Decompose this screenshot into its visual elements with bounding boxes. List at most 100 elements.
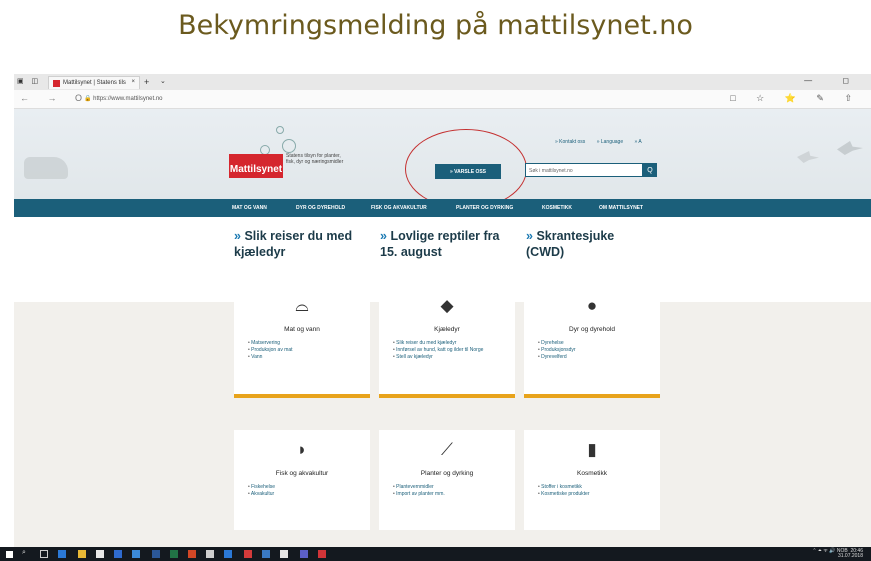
card-link[interactable]: Dyrevelferd bbox=[538, 354, 660, 361]
card-link[interactable]: Slik reiser du med kjæledyr bbox=[393, 340, 515, 347]
app-icon[interactable] bbox=[262, 550, 270, 558]
headline-link[interactable]: » Lovlige reptiler fra 15. august bbox=[380, 228, 506, 260]
category-card-kjaeledyr[interactable]: ◆ Kjæledyr Slik reiser du med kjæledyr I… bbox=[379, 286, 515, 398]
url-field[interactable]: 🔒 https://www.mattilsynet.no bbox=[84, 94, 764, 105]
contact-link[interactable]: » Kontakt oss bbox=[555, 139, 585, 145]
window-controls[interactable]: — ◻ bbox=[804, 76, 863, 85]
card-link[interactable]: Fiskehelse bbox=[248, 484, 370, 491]
windows-taskbar: ⌕ ⌃ ⏶ ᯤ 🔊 NOB 20:46 31.07.2018 bbox=[0, 547, 871, 561]
card-link[interactable]: Matservering bbox=[248, 340, 370, 347]
card-link[interactable]: Innførsel av hund, katt og ilder til Nor… bbox=[393, 347, 515, 354]
nav-item-mat-og-vann[interactable]: MAT OG VANN bbox=[232, 205, 267, 211]
headline-text: Skrantesjuke (CWD) bbox=[526, 229, 615, 259]
app-icon[interactable] bbox=[318, 550, 326, 558]
search-icon[interactable]: ⌕ bbox=[22, 549, 26, 557]
system-tray[interactable]: ⌃ ⏶ ᯤ 🔊 NOB 20:46 31.07.2018 bbox=[812, 549, 863, 559]
spray-bottle-icon: ▮ bbox=[587, 440, 597, 459]
main-nav: MAT OG VANN DYR OG DYREHOLD FISK OG AKVA… bbox=[14, 199, 871, 217]
category-card-fisk-og-akvakultur[interactable]: ◗ Fisk og akvakultur Fiskehelse Akvakult… bbox=[234, 430, 370, 530]
bubble-decoration bbox=[276, 126, 284, 134]
edge-icon[interactable] bbox=[58, 550, 66, 558]
pig-icon: ● bbox=[586, 296, 598, 315]
app-icon[interactable] bbox=[206, 550, 214, 558]
nav-item-dyr-og-dyrehold[interactable]: DYR OG DYREHOLD bbox=[296, 205, 345, 211]
bird-illustration bbox=[837, 141, 863, 155]
headline-text: Lovlige reptiler fra 15. august bbox=[380, 229, 500, 259]
url-text: https://www.mattilsynet.no bbox=[93, 96, 163, 102]
card-title: Planter og dyrking bbox=[420, 470, 474, 477]
top-links: » Kontakt oss » Language » A bbox=[555, 139, 652, 145]
font-size-link[interactable]: » A bbox=[635, 139, 642, 145]
category-card-kosmetikk[interactable]: ▮ Kosmetikk Stoffer i kosmetikk Kosmetis… bbox=[524, 430, 660, 530]
app-icon[interactable] bbox=[224, 550, 232, 558]
nav-item-planter-og-dyrking[interactable]: PLANTER OG DYRKING bbox=[456, 205, 513, 211]
nav-item-fisk-og-akvakultur[interactable]: FISK OG AKVAKULTUR bbox=[371, 205, 427, 211]
card-link[interactable]: Produksjonsdyr bbox=[538, 347, 660, 354]
app-icon[interactable] bbox=[132, 550, 140, 558]
card-link[interactable]: Produksjon av mat bbox=[248, 347, 370, 354]
card-link[interactable]: Import av planter mm. bbox=[393, 491, 515, 498]
tab-title: Mattilsynet | Statens tils bbox=[63, 80, 126, 86]
card-link[interactable]: Akvakultur bbox=[248, 491, 370, 498]
card-link[interactable]: Dyrehelse bbox=[538, 340, 660, 347]
plant-icon: ⟋ bbox=[441, 440, 453, 459]
close-tab-icon[interactable]: × bbox=[131, 79, 135, 85]
outlook-icon[interactable] bbox=[114, 550, 122, 558]
category-card-planter-og-dyrking[interactable]: ⟋ Planter og dyrking Plantevernmidler Im… bbox=[379, 430, 515, 530]
search-icon[interactable]: Q bbox=[643, 163, 657, 177]
headline-link[interactable]: » Slik reiser du med kjæledyr bbox=[234, 228, 369, 260]
card-link[interactable]: Stoffer i kosmetikk bbox=[538, 484, 660, 491]
nav-item-om-mattilsynet[interactable]: OM MATTILSYNET bbox=[599, 205, 643, 211]
tab-bar: ▣ ◫ Mattilsynet | Statens tils × + ⌄ — ◻ bbox=[14, 74, 871, 90]
category-card-dyr-og-dyrehold[interactable]: ● Dyr og dyrehold Dyrehelse Produksjonsd… bbox=[524, 286, 660, 398]
card-title: Dyr og dyrehold bbox=[569, 326, 615, 333]
cow-illustration bbox=[24, 157, 68, 179]
card-title: Kjæledyr bbox=[434, 326, 460, 333]
highlight-circle bbox=[405, 129, 527, 209]
task-view-icon[interactable] bbox=[40, 550, 48, 558]
site-tagline: Statens tilsyn for planter, fisk, dyr og… bbox=[286, 153, 344, 165]
arrow-icon: » bbox=[526, 229, 533, 243]
app-icon[interactable] bbox=[244, 550, 252, 558]
card-link[interactable]: Stell av kjæledyr bbox=[393, 354, 515, 361]
language-link[interactable]: » Language bbox=[597, 139, 623, 145]
excel-icon[interactable] bbox=[170, 550, 178, 558]
cloche-icon: ⌓ bbox=[295, 296, 309, 315]
arrow-icon: » bbox=[380, 229, 387, 243]
tray-date: 31.07.2018 bbox=[837, 553, 863, 559]
file-explorer-icon[interactable] bbox=[78, 550, 86, 558]
new-tab-icon[interactable]: + bbox=[144, 77, 149, 87]
browser-tab[interactable]: Mattilsynet | Statens tils × bbox=[48, 76, 140, 89]
lock-icon: 🔒 bbox=[84, 96, 92, 102]
windows-start-icon[interactable] bbox=[6, 551, 13, 558]
card-title: Kosmetikk bbox=[577, 470, 607, 477]
powerpoint-icon[interactable] bbox=[188, 550, 196, 558]
header-banner: Mattilsynet Statens tilsyn for planter, … bbox=[14, 109, 871, 209]
category-card-mat-og-vann[interactable]: ⌓ Mat og vann Matservering Produksjon av… bbox=[234, 286, 370, 398]
headline-text: Slik reiser du med kjæledyr bbox=[234, 229, 353, 259]
search-input[interactable]: Søk i mattilsynet.no bbox=[525, 163, 643, 177]
app-icon[interactable] bbox=[280, 550, 288, 558]
card-link[interactable]: Kosmetiske produkter bbox=[538, 491, 660, 498]
mattilsynet-favicon bbox=[53, 79, 60, 87]
card-title: Fisk og akvakultur bbox=[275, 470, 329, 477]
teams-icon[interactable] bbox=[300, 550, 308, 558]
card-link[interactable]: Plantevernmidler bbox=[393, 484, 515, 491]
site-logo[interactable]: Mattilsynet bbox=[229, 154, 283, 178]
card-title: Mat og vann bbox=[284, 326, 320, 333]
bird-illustration bbox=[797, 151, 819, 163]
headline-link[interactable]: » Skrantesjuke (CWD) bbox=[526, 228, 636, 260]
address-bar: ← → O 🔒 https://www.mattilsynet.no □ ☆ ⭐… bbox=[14, 90, 871, 109]
nav-item-kosmetikk[interactable]: KOSMETIKK bbox=[542, 205, 572, 211]
tab-controls-icon[interactable]: ▣ ◫ bbox=[17, 77, 41, 85]
fish-icon: ◗ bbox=[296, 440, 308, 459]
bubble-decoration bbox=[282, 139, 296, 153]
arrow-icon: » bbox=[234, 229, 241, 243]
tab-menu-icon[interactable]: ⌄ bbox=[160, 77, 166, 85]
slide-title: Bekymringsmelding på mattilsynet.no bbox=[178, 10, 693, 41]
nav-buttons-icon[interactable]: ← → O bbox=[20, 93, 90, 103]
card-link[interactable]: Vann bbox=[248, 354, 370, 361]
word-icon[interactable] bbox=[152, 550, 160, 558]
toolbar-icons[interactable]: □ ☆ ⭐ ✎ ⇧ bbox=[730, 93, 861, 104]
store-icon[interactable] bbox=[96, 550, 104, 558]
